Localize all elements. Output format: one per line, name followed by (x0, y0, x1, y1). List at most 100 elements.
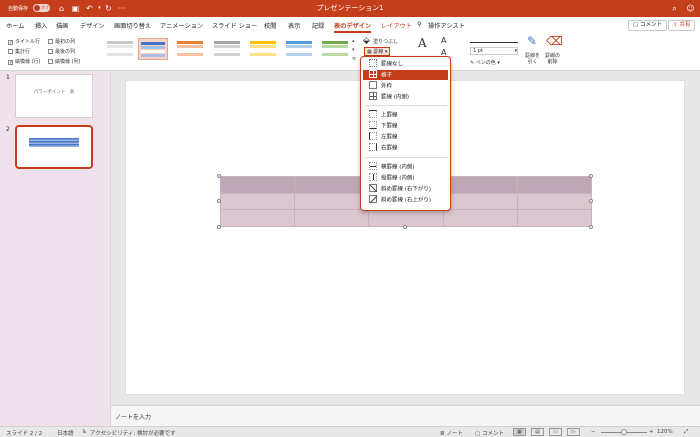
zoom-in-icon[interactable]: + (649, 429, 654, 435)
shading-label[interactable]: 塗りつぶし (373, 38, 398, 45)
table-cell[interactable] (516, 176, 593, 194)
table-style-thumbnail[interactable] (105, 38, 135, 60)
notes-toggle[interactable]: ≣ ノート (440, 429, 463, 437)
zoom-slider-knob[interactable] (621, 429, 627, 435)
border-menu-item[interactable]: 罫線 (内側) (363, 92, 448, 102)
border-menu-item[interactable]: 格子 (363, 70, 448, 80)
style-stripe (250, 45, 276, 48)
tab-draw[interactable]: 描画 (56, 21, 68, 30)
border-menu-item[interactable]: 斜め罫線 (右上がり) (363, 195, 448, 205)
table-style-thumbnail[interactable] (284, 38, 314, 60)
notes-placeholder[interactable]: ノートを入力 (115, 412, 151, 421)
border-menu-item[interactable]: 外枠 (363, 81, 448, 91)
shading-icon[interactable]: ⬙ (363, 36, 370, 46)
table-cell[interactable] (516, 209, 593, 227)
comments-button[interactable]: ▢ コメント (628, 20, 667, 31)
resize-handle-top-left[interactable] (217, 174, 221, 178)
pen-weight-dropdown-icon: ▾ (514, 48, 517, 54)
account-icon[interactable]: ☺ (685, 3, 696, 14)
resize-handle-bottom-left[interactable] (217, 225, 221, 229)
table-cell[interactable] (219, 209, 296, 227)
pen-style-line[interactable] (470, 42, 518, 43)
zoom-level[interactable]: 120% (657, 429, 673, 435)
eraser-icon[interactable]: ⌫ (546, 35, 563, 47)
table-style-thumbnail[interactable] (175, 38, 205, 60)
table-cell[interactable] (442, 209, 518, 227)
table-style-thumbnail[interactable] (320, 38, 350, 60)
zoom-out-icon[interactable]: − (591, 429, 596, 435)
border-menu-item[interactable]: 罫線なし (363, 59, 448, 69)
table-cell[interactable] (516, 192, 593, 211)
option-total-row[interactable]: 集計行 (8, 48, 30, 55)
border-menu-item-label: 縦罫線 (内側) (381, 175, 415, 182)
tab-view[interactable]: 表示 (288, 21, 300, 30)
pen-color-button[interactable]: ✎ ペンの色 ▾ (470, 59, 500, 66)
table-style-thumbnail[interactable] (138, 38, 168, 60)
table-cell[interactable] (442, 176, 518, 194)
option-banded-rows[interactable]: ✓ 縞模様 (行) (8, 58, 41, 66)
tell-me[interactable]: 操作アシスト (428, 21, 465, 30)
slide-thumbnail-1[interactable]: パワーポイント 表 (15, 74, 93, 118)
table-cell[interactable] (219, 176, 296, 194)
resize-handle-right[interactable] (589, 199, 593, 203)
slideshow-button[interactable]: ▷ (567, 428, 580, 436)
notes-pane[interactable]: ノートを入力 (111, 405, 700, 426)
border-menu-item[interactable]: 斜め罫線 (右下がり) (363, 184, 448, 194)
tab-review[interactable]: 校閲 (264, 21, 276, 30)
resize-handle-bottom[interactable] (403, 225, 407, 229)
border-menu-item[interactable]: 横罫線 (内側) (363, 162, 448, 172)
search-icon[interactable]: ⌕ (669, 3, 680, 14)
reading-view-button[interactable]: ▭ (549, 428, 562, 436)
draw-table-label[interactable]: 罫線を 引く (525, 53, 540, 65)
table-style-thumbnail[interactable] (248, 38, 278, 60)
tab-insert[interactable]: 挿入 (35, 21, 47, 30)
option-first-column[interactable]: 最初の列 (48, 38, 75, 45)
tab-animations[interactable]: アニメーション (160, 21, 203, 30)
border-menu-item[interactable]: 上罫線 (363, 110, 448, 120)
resize-handle-left[interactable] (217, 199, 221, 203)
left-border-icon (369, 132, 377, 140)
share-button[interactable]: ⇪ 共有 (668, 20, 696, 31)
table-cell[interactable] (219, 192, 296, 211)
font-color-icon[interactable]: A (441, 36, 446, 46)
pen-weight-select[interactable]: 1 pt ▾ (470, 47, 518, 55)
tab-transitions[interactable]: 画面切り替え (114, 21, 151, 30)
slide-sorter-button[interactable]: ▤ (531, 428, 544, 436)
border-menu-item[interactable]: 縦罫線 (内側) (363, 173, 448, 183)
draw-table-icon[interactable]: ✎ (527, 35, 537, 47)
table-cell[interactable] (294, 176, 370, 194)
fit-to-window-icon[interactable]: ⤢ (684, 429, 688, 436)
table-cell[interactable] (294, 192, 370, 211)
slide-1-title: パワーポイント 表 (33, 90, 75, 95)
tab-table-design[interactable]: 表のデザイン (334, 21, 372, 33)
resize-handle-bottom-right[interactable] (589, 225, 593, 229)
gallery-up-icon[interactable]: ▴ (352, 38, 355, 44)
border-menu-item[interactable]: 下罫線 (363, 121, 448, 131)
accessibility-status[interactable]: アクセシビリティ: 検討が必要です (90, 429, 176, 437)
tab-layout[interactable]: レイアウト (381, 21, 412, 30)
tab-home[interactable]: ホーム (6, 21, 24, 30)
normal-view-button[interactable]: ▦ (513, 428, 526, 436)
table-cell[interactable] (294, 209, 370, 227)
option-first-column-label: 最初の列 (55, 39, 76, 45)
table-cell[interactable] (368, 209, 444, 227)
comments-toggle[interactable]: ▢ コメント (475, 429, 504, 437)
option-header-row[interactable]: ✓ タイトル行 (8, 38, 40, 46)
gallery-down-icon[interactable]: ▾ (352, 47, 355, 53)
language-status[interactable]: 日本語 (57, 429, 74, 437)
borders-button[interactable]: ▦ 罫線 ▾ (364, 47, 391, 56)
resize-handle-top-right[interactable] (589, 174, 593, 178)
eraser-label[interactable]: 罫線の 削除 (545, 53, 560, 65)
option-banded-columns[interactable]: 縞模様 (列) (48, 58, 81, 65)
table-cell[interactable] (442, 192, 518, 211)
text-effects-icon[interactable]: A (418, 37, 427, 49)
table-style-thumbnail[interactable] (212, 38, 242, 60)
tab-record[interactable]: 記録 (312, 21, 324, 30)
slide-thumbnail-2[interactable] (15, 125, 93, 169)
tab-slideshow[interactable]: スライド ショー (212, 21, 257, 30)
border-menu-item[interactable]: 左罫線 (363, 132, 448, 142)
tab-design[interactable]: デザイン (80, 21, 105, 30)
option-last-column[interactable]: 最後の列 (48, 48, 75, 55)
gallery-more-icon[interactable]: ≡ (352, 56, 356, 62)
border-menu-item[interactable]: 右罫線 (363, 143, 448, 153)
